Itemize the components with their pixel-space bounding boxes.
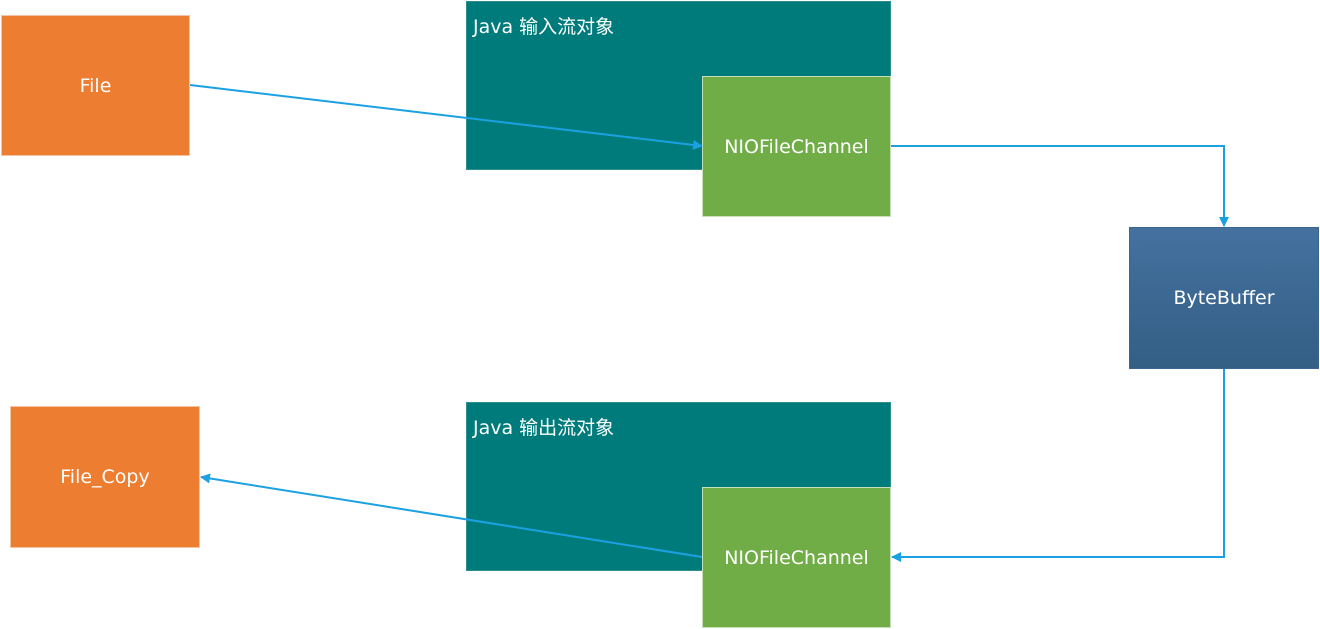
- input-stream-title: Java 输入流对象: [473, 16, 615, 38]
- file-copy-label: File_Copy: [60, 466, 150, 488]
- buffer-to-output-channel-arrow: [891, 369, 1225, 562]
- file-copy-node: File_Copy: [10, 406, 200, 548]
- input-channel-node: NIOFileChannel: [702, 76, 891, 217]
- input-channel-to-buffer-arrow: [891, 145, 1229, 227]
- output-channel-node: NIOFileChannel: [702, 487, 891, 628]
- file-label: File: [79, 74, 112, 97]
- byte-buffer-node: ByteBuffer: [1129, 227, 1319, 369]
- output-channel-label: NIOFileChannel: [724, 546, 869, 569]
- file-node: File: [1, 15, 190, 156]
- byte-buffer-label: ByteBuffer: [1173, 287, 1275, 309]
- output-stream-title: Java 输出流对象: [473, 417, 615, 439]
- input-channel-label: NIOFileChannel: [724, 135, 869, 158]
